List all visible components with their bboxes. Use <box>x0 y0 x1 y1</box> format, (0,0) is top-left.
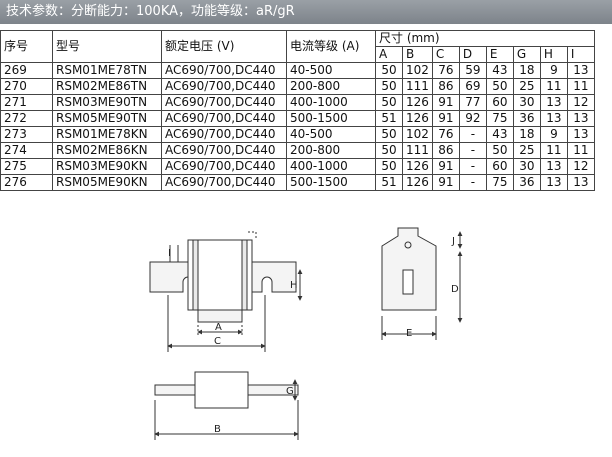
label-i: I <box>168 248 171 259</box>
spec-sheet: 技术参数：分断能力：100KA，功能等级：aR/gR 序号 型号 额定电压 (V… <box>0 0 612 457</box>
side-view-drawing <box>149 231 303 352</box>
label-g: G <box>286 386 294 397</box>
front-view-drawing <box>381 227 463 340</box>
label-e: E <box>406 328 412 339</box>
label-a: A <box>215 322 222 333</box>
label-h: H <box>290 280 298 291</box>
fuse-dimension-drawings: I H A C J D E G B <box>149 227 463 440</box>
label-c: C <box>214 336 221 347</box>
label-d: D <box>451 284 459 295</box>
label-j: J <box>451 236 455 247</box>
label-b: B <box>214 424 221 435</box>
top-view-drawing <box>154 371 299 440</box>
